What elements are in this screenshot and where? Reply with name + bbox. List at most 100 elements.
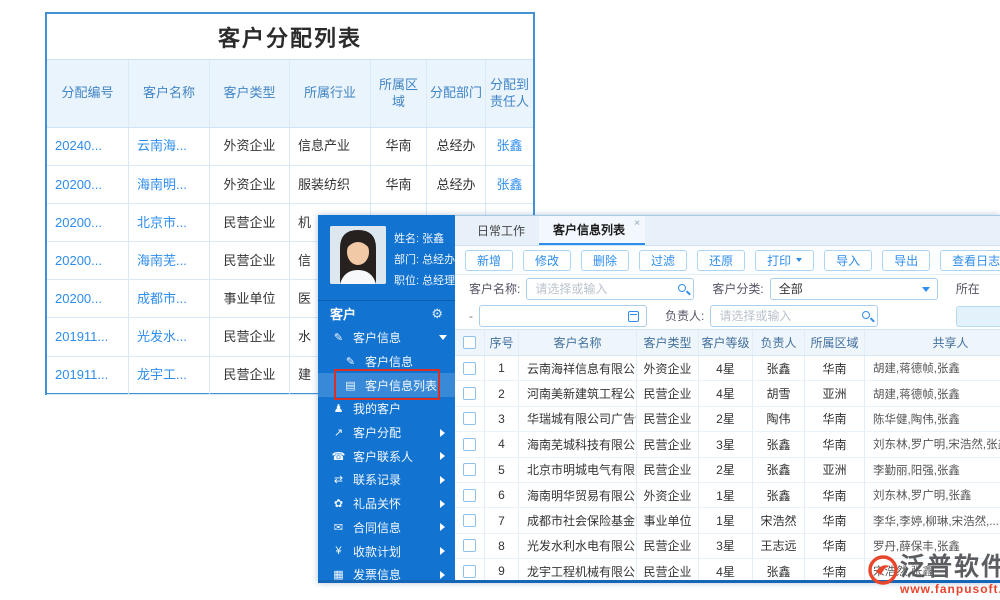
yen-icon: ¥: [331, 545, 346, 557]
sidebar-item-6[interactable]: ⇄ 联系记录: [318, 468, 455, 492]
cell-customer-name[interactable]: 海南芜...: [129, 242, 210, 280]
sidebar-item-4[interactable]: ↗ 客户分配: [318, 421, 455, 445]
sidebar-item-7[interactable]: ✿ 礼品关怀: [318, 492, 455, 516]
row-checkbox[interactable]: [463, 438, 476, 451]
cell-customer-name[interactable]: 云南海...: [129, 128, 210, 166]
cell-owner[interactable]: 陶伟: [753, 407, 805, 432]
toolbar-button-5[interactable]: 打印: [755, 250, 814, 271]
customer-table: 序号 客户名称 客户类型 客户等级 负责人 所属区域 共享人 1 云南海祥信息有…: [455, 329, 1000, 580]
cell-owner[interactable]: 王志远: [753, 534, 805, 559]
cell-allocation-number[interactable]: 20240...: [47, 128, 129, 166]
cell-allocation-number[interactable]: 20200...: [47, 166, 129, 204]
row-checkbox[interactable]: [463, 514, 476, 527]
sidebar-item-8[interactable]: ✉ 合同信息: [318, 516, 455, 540]
sidebar-item-1[interactable]: ✎ 客户信息: [318, 350, 455, 374]
cell-region: 华南: [805, 432, 865, 457]
row-checkbox[interactable]: [463, 362, 476, 375]
cell-owner[interactable]: 胡雪: [753, 381, 805, 406]
chevron-down-icon: [922, 287, 930, 292]
close-icon[interactable]: ×: [634, 218, 640, 229]
cell-customer-name[interactable]: 海南明...: [129, 166, 210, 204]
cell-owner[interactable]: 张鑫: [753, 432, 805, 457]
cell-allocation-number[interactable]: 201911...: [47, 357, 129, 395]
toolbar-button-2[interactable]: 删除: [581, 250, 629, 271]
partial-button[interactable]: [956, 306, 1000, 327]
cell-customer-name[interactable]: 龙宇工...: [129, 357, 210, 395]
cell-customer-name[interactable]: 河南美新建筑工程公司: [519, 381, 637, 406]
col-region: 所属区域: [805, 330, 865, 356]
cell-customer-name[interactable]: 成都市社会保险基金管理...: [519, 508, 637, 533]
date-input[interactable]: [480, 306, 646, 326]
select-all-checkbox[interactable]: [463, 336, 476, 349]
category-select[interactable]: 全部: [770, 278, 938, 300]
chevron-right-icon: [440, 571, 445, 579]
row-checkbox[interactable]: [463, 489, 476, 502]
sidebar-item-0[interactable]: ✎ 客户信息: [318, 326, 455, 350]
cell-allocation-number[interactable]: 20200...: [47, 242, 129, 280]
toolbar-button-1[interactable]: 修改: [523, 250, 571, 271]
row-checkbox[interactable]: [463, 463, 476, 476]
toolbar-button-7[interactable]: 导出: [882, 250, 930, 271]
cell-customer-name[interactable]: 光发水利水电有限公司: [519, 534, 637, 559]
invoice-icon: ▦: [331, 568, 346, 580]
gift-icon: ✿: [331, 497, 346, 510]
row-checkbox[interactable]: [463, 412, 476, 425]
cell-owner[interactable]: 张鑫: [753, 458, 805, 483]
cell-customer-name[interactable]: 海南明华贸易有限公司: [519, 483, 637, 508]
profile-info: 姓名: 张鑫 部门: 总经办 职位: 总经理: [394, 226, 455, 292]
customer-name-field: [526, 278, 694, 300]
sidebar-item-10[interactable]: ▦ 发票信息: [318, 563, 455, 580]
cell-owner[interactable]: 张鑫: [753, 483, 805, 508]
calendar-icon[interactable]: [628, 311, 639, 322]
toolbar-button-6[interactable]: 导入: [824, 250, 872, 271]
filter-panel: 客户名称: 客户分类: 全部 所在 - 负责人:: [455, 275, 1000, 329]
cell-allocation-number[interactable]: 20200...: [47, 204, 129, 242]
list-icon: ▤: [343, 379, 358, 392]
search-icon[interactable]: [862, 311, 870, 319]
col-shared: 共享人: [865, 330, 1000, 356]
cell-customer-type: 民营企业: [637, 559, 699, 580]
cell-allocation-number[interactable]: 20200...: [47, 280, 129, 318]
sidebar-section-customer[interactable]: 客户 ⚙: [318, 300, 455, 326]
watermark: 泛普软件 www.fanpusoft.com: [868, 552, 1000, 596]
cell-allocation-number[interactable]: 201911...: [47, 318, 129, 356]
row-checkbox[interactable]: [463, 539, 476, 552]
cell-customer-name[interactable]: 海南芜城科技有限公司: [519, 432, 637, 457]
tab-daily-work[interactable]: 日常工作: [463, 216, 539, 245]
toolbar-button-3[interactable]: 过滤: [639, 250, 687, 271]
cell-customer-grade: 1星: [699, 508, 753, 533]
toolbar-button-8[interactable]: 查看日志: [940, 250, 1000, 271]
cell-owner[interactable]: 张鑫: [753, 559, 805, 580]
toolbar-button-0[interactable]: 新增: [465, 250, 513, 271]
cell-assignee[interactable]: 张鑫: [486, 166, 533, 204]
sidebar-item-5[interactable]: ☎ 客户联系人: [318, 444, 455, 468]
toolbar-button-4[interactable]: 还原: [697, 250, 745, 271]
cell-customer-name[interactable]: 云南海祥信息有限公司: [519, 356, 637, 381]
owner-input[interactable]: [711, 306, 877, 326]
cell-department: 总经办: [427, 166, 486, 204]
sidebar-section-label: 客户: [330, 304, 356, 323]
cell-customer-type: 民营企业: [637, 432, 699, 457]
search-icon[interactable]: [678, 284, 686, 292]
pencil-icon: ✎: [343, 355, 358, 368]
row-checkbox[interactable]: [463, 565, 476, 578]
tab-customer-info-list[interactable]: 客户信息列表 ×: [539, 216, 645, 245]
sidebar-item-label: 合同信息: [353, 519, 401, 536]
profile-name: 姓名: 张鑫: [394, 230, 455, 246]
cell-customer-name[interactable]: 成都市...: [129, 280, 210, 318]
sidebar-item-2[interactable]: ▤ 客户信息列表: [318, 373, 455, 397]
sidebar-item-3[interactable]: ♟ 我的客户: [318, 397, 455, 421]
cell-customer-name[interactable]: 北京市明城电气有限公司: [519, 458, 637, 483]
sidebar-item-9[interactable]: ¥ 收款计划: [318, 539, 455, 563]
cell-customer-name[interactable]: 光发水...: [129, 318, 210, 356]
cell-owner[interactable]: 张鑫: [753, 356, 805, 381]
row-checkbox[interactable]: [463, 387, 476, 400]
cell-customer-name[interactable]: 北京市...: [129, 204, 210, 242]
gear-icon[interactable]: ⚙: [431, 306, 443, 322]
cell-assignee[interactable]: 张鑫: [486, 128, 533, 166]
cell-index: 8: [485, 534, 519, 559]
cell-customer-name[interactable]: 龙宇工程机械有限公司: [519, 559, 637, 580]
cell-customer-name[interactable]: 华瑞城有限公司广告设计部: [519, 407, 637, 432]
customer-name-input[interactable]: [527, 279, 693, 299]
cell-owner[interactable]: 宋浩然: [753, 508, 805, 533]
